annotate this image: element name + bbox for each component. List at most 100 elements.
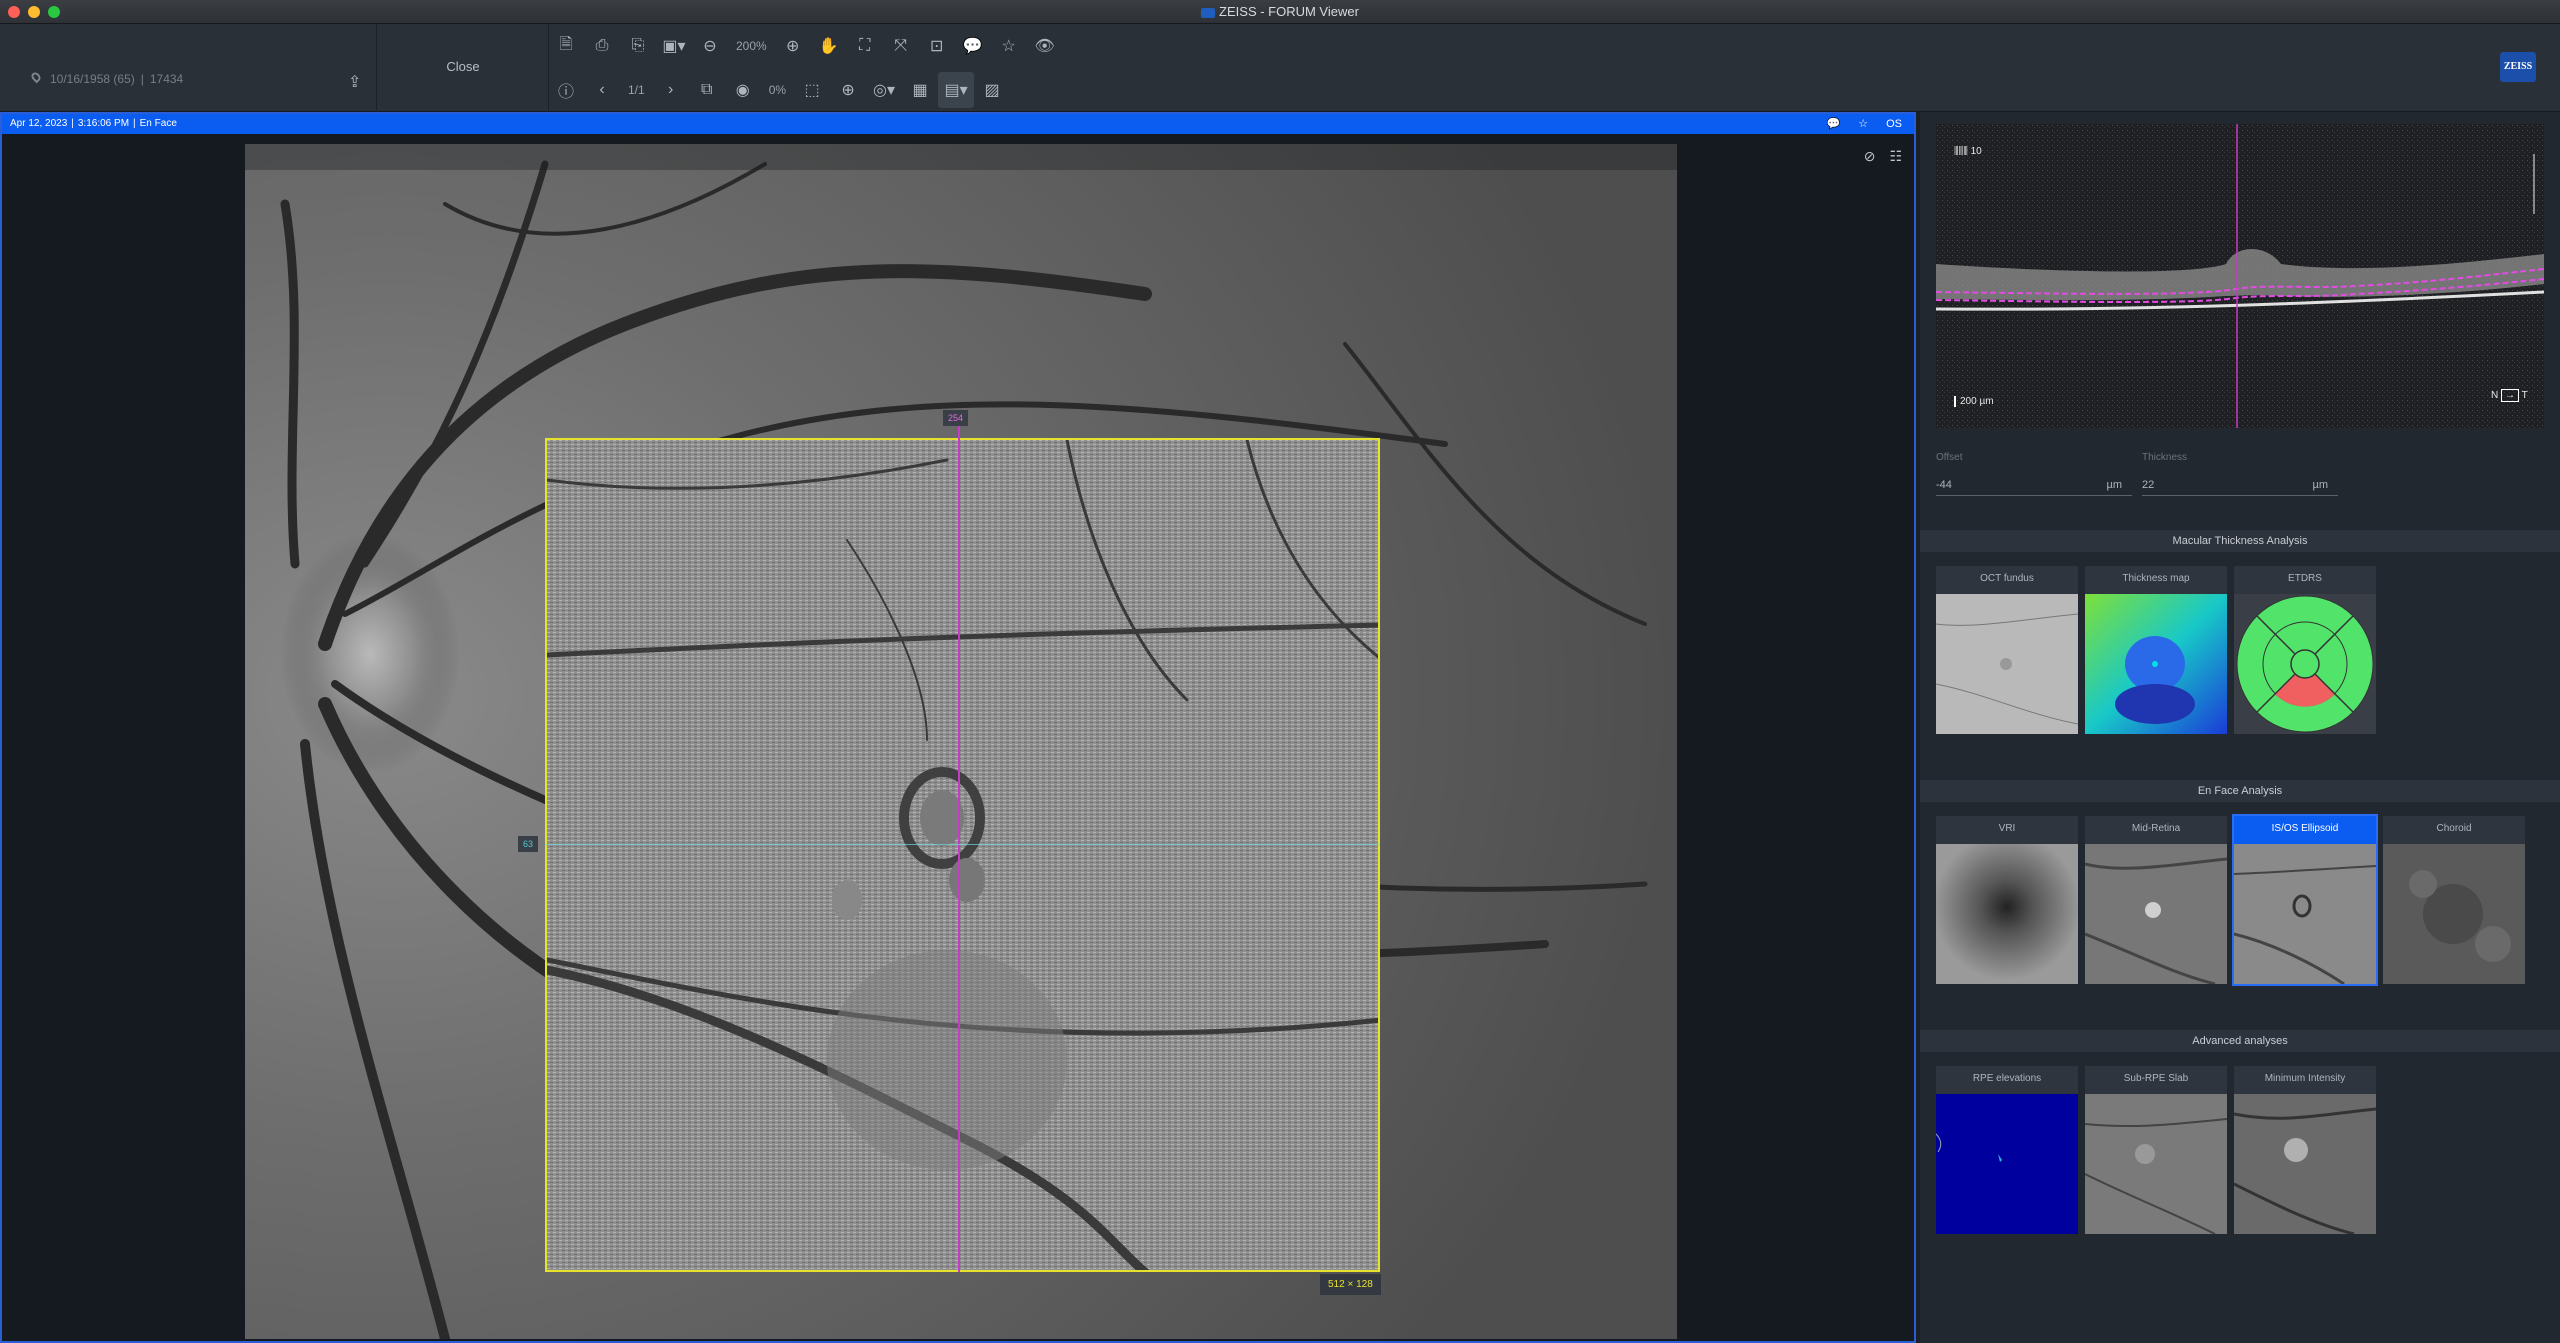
- favorite-star-icon[interactable]: ☆: [1858, 114, 1868, 134]
- patient-pin-icon: [29, 70, 43, 84]
- advanced-section-header: Advanced analyses: [1920, 1030, 2560, 1052]
- favorite-star-icon[interactable]: ☆: [991, 28, 1027, 64]
- header-separator: |: [71, 118, 74, 129]
- comment-icon[interactable]: 💬: [955, 28, 991, 64]
- print-preview-icon[interactable]: ⎘: [620, 28, 656, 64]
- thickness-map-preview: [2085, 594, 2227, 734]
- zoom-out-icon[interactable]: ⊖: [692, 28, 728, 64]
- visibility-eye-icon[interactable]: 👁: [1027, 28, 1063, 64]
- thumb-oct-fundus[interactable]: OCT fundus: [1936, 566, 2078, 734]
- fundus-top-shade: [245, 144, 1677, 170]
- crosshair-icon[interactable]: ⊕: [830, 72, 866, 108]
- opacity-icon[interactable]: ◉: [725, 72, 761, 108]
- info-icon[interactable]: ⓘ: [548, 72, 584, 108]
- select-region-icon[interactable]: ⬚: [794, 72, 830, 108]
- zoom-in-icon[interactable]: ⊕: [775, 28, 811, 64]
- print-icon[interactable]: ⎙: [584, 28, 620, 64]
- analysis-panel: ⫼⫼⫼ 10 200 µm N → T Offset -44 µm Thickn…: [1920, 112, 2560, 1343]
- zoom-reset-icon[interactable]: ⊘: [1864, 148, 1876, 165]
- app-logo-icon: [1201, 7, 1216, 18]
- opacity-level[interactable]: 0%: [761, 83, 794, 97]
- offset-input[interactable]: -44 µm: [1936, 474, 2132, 496]
- layout-dropdown-icon[interactable]: ▣▾: [656, 28, 692, 64]
- grid-icon[interactable]: ▦: [902, 72, 938, 108]
- close-button[interactable]: Close: [380, 24, 546, 110]
- en-face-viewer[interactable]: Apr 12, 2023 | 3:16:06 PM | En Face 💬 ☆ OS: [0, 112, 1916, 1343]
- zeiss-logo: ZEISS: [2500, 52, 2536, 82]
- toolbar-row-1: 🗎 ⎙ ⎘ ▣▾ ⊖ 200% ⊕ ✋ ⛶ ⤧ ⊡ 💬 ☆ 👁: [548, 24, 1063, 68]
- pan-hand-icon[interactable]: ✋: [811, 28, 847, 64]
- thumb-image: [2234, 594, 2376, 734]
- thumb-image: [2383, 844, 2525, 984]
- window-title: ZEISS - FORUM Viewer: [0, 4, 2560, 19]
- toolbar-row-2: ⓘ ‹ 1/1 › ⧉ ◉ 0% ⬚ ⊕ ◎▾ ▦ ▤▾ ▨: [548, 68, 1010, 112]
- thumb-image: [1936, 594, 2078, 734]
- vertical-marker-label: 254: [943, 410, 969, 426]
- thumb-choroid[interactable]: Choroid: [2383, 816, 2525, 984]
- thumb-label: Minimum Intensity: [2264, 1073, 2346, 1084]
- vertical-bscan-marker[interactable]: [958, 414, 960, 1272]
- patient-id: 17434: [149, 72, 184, 86]
- zoom-level[interactable]: 200%: [728, 39, 775, 53]
- thumb-minimum-intensity[interactable]: Minimum Intensity: [2234, 1066, 2376, 1234]
- sub-rpe-slab-preview: [2085, 1118, 2227, 1234]
- thickness-input[interactable]: 22 µm: [2142, 474, 2338, 496]
- orientation-indicator: N → T: [2491, 389, 2528, 402]
- scan-size-label: 512 × 128: [1320, 1274, 1381, 1295]
- scan-region-overlay[interactable]: [545, 438, 1380, 1272]
- minimum-intensity-preview: [2234, 1107, 2376, 1234]
- toolbar-divider: [376, 24, 377, 112]
- settings-sliders-icon[interactable]: ☷: [1889, 148, 1902, 165]
- target-dropdown-icon[interactable]: ◎▾: [866, 72, 902, 108]
- image-settings-icon[interactable]: ▨: [974, 72, 1010, 108]
- save-icon[interactable]: 🗎: [548, 28, 584, 64]
- rpe-elevations-preview: [1936, 1133, 2002, 1162]
- patient-dob: 10/16/1958 (65): [50, 72, 135, 86]
- exam-time: 3:16:06 PM: [77, 118, 130, 129]
- fullscreen-icon[interactable]: ⛶: [847, 28, 883, 64]
- previous-page-icon[interactable]: ‹: [584, 72, 620, 108]
- thumb-etdrs[interactable]: ETDRS: [2234, 566, 2376, 734]
- export-icon[interactable]: ⇪: [348, 75, 362, 91]
- thumb-image: [2085, 1094, 2227, 1234]
- isos-ellipsoid-preview: [2234, 865, 2376, 984]
- horizontal-marker-label: 63: [518, 836, 539, 852]
- header-separator: |: [133, 118, 136, 129]
- mid-retina-preview: [2085, 857, 2227, 984]
- orientation-temporal: T: [2521, 390, 2528, 401]
- thumb-image: [2085, 844, 2227, 984]
- thickness-unit: µm: [2312, 479, 2328, 491]
- thumb-sub-rpe-slab[interactable]: Sub-RPE Slab: [2085, 1066, 2227, 1234]
- bscan-image[interactable]: ⫼⫼⫼ 10 200 µm N → T: [1936, 124, 2544, 428]
- info-separator: |: [140, 72, 144, 86]
- offset-label: Offset: [1936, 452, 1963, 463]
- window-title-text: ZEISS - FORUM Viewer: [1219, 4, 1359, 19]
- thumb-image: [2085, 594, 2227, 734]
- choroid-preview: [2409, 870, 2511, 962]
- view-mode: En Face: [139, 118, 177, 129]
- offset-value: -44: [1936, 479, 1952, 491]
- fit-icon[interactable]: ⤧: [883, 28, 919, 64]
- orientation-nasal: N: [2491, 390, 2499, 401]
- ellipsoid-slab-image: [547, 440, 1378, 1270]
- main-toolbar: 10/16/1958 (65) | 17434 ⇪ Close 🗎 ⎙ ⎘ ▣▾ ⊖…: [0, 24, 2560, 112]
- eye-laterality: OS: [1886, 118, 1902, 130]
- comment-icon[interactable]: 💬: [1827, 114, 1841, 134]
- compare-icon[interactable]: ⧉: [689, 72, 725, 108]
- etdrs-preview: [2236, 595, 2374, 733]
- thumb-isos-ellipsoid[interactable]: IS/OS Ellipsoid: [2232, 814, 2378, 986]
- thumb-thickness-map[interactable]: Thickness map: [2085, 566, 2227, 734]
- thumb-mid-retina[interactable]: Mid-Retina: [2085, 816, 2227, 984]
- thumb-label: IS/OS Ellipsoid: [2271, 823, 2339, 834]
- thumb-label: VRI: [1998, 823, 2016, 834]
- viewer-header-actions: 💬 ☆ OS: [1827, 114, 1906, 134]
- slice-indicator: ⫼⫼⫼ 10: [1954, 146, 1982, 157]
- horizontal-scan-marker[interactable]: [545, 844, 1380, 845]
- thumb-label: Thickness map: [2122, 573, 2190, 584]
- overlay-dropdown-icon[interactable]: ▤▾: [938, 72, 975, 108]
- actual-size-icon[interactable]: ⊡: [919, 28, 955, 64]
- thumb-rpe-elevations[interactable]: RPE elevations: [1936, 1066, 2078, 1234]
- next-page-icon[interactable]: ›: [653, 72, 689, 108]
- thumb-vri[interactable]: VRI: [1936, 816, 2078, 984]
- macular-section-header: Macular Thickness Analysis: [1920, 530, 2560, 552]
